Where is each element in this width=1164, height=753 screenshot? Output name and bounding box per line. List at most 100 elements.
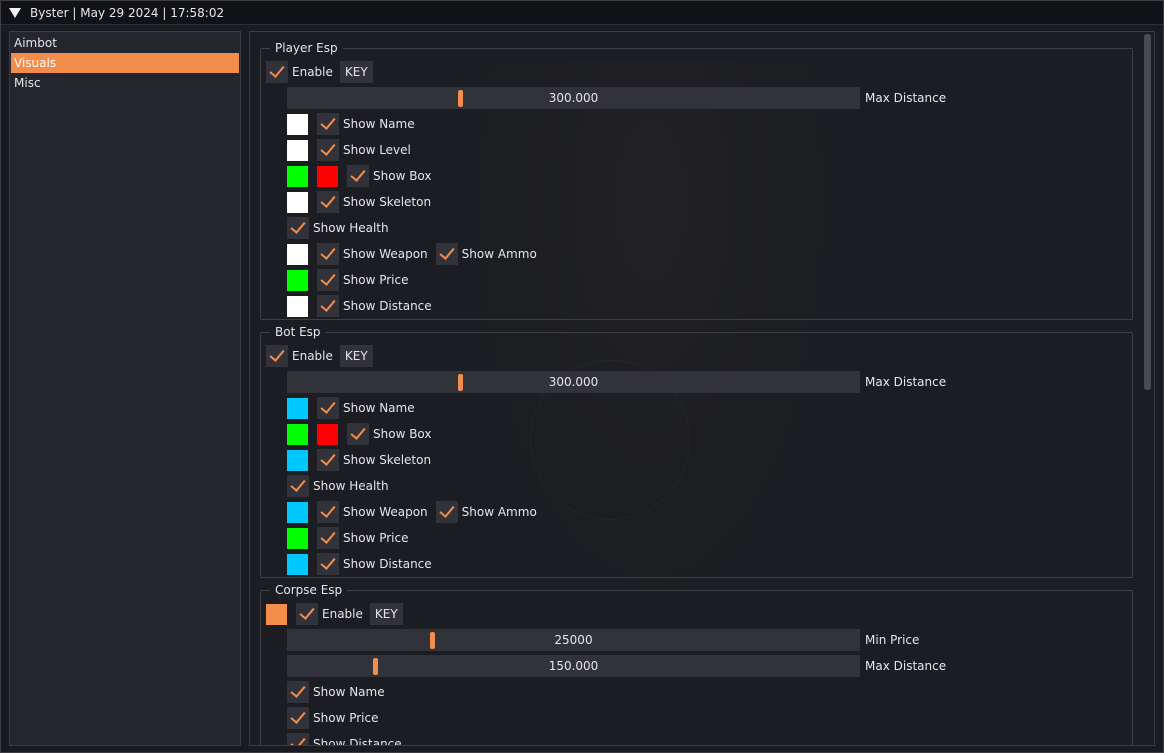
show-price-checkbox[interactable] [317, 527, 339, 549]
checkbox-label: Show Price [343, 273, 409, 287]
color-swatch-secondary[interactable] [317, 165, 338, 187]
checkbox-label: Show Weapon [343, 505, 428, 519]
slider-value: 150.000 [548, 659, 599, 673]
show-distance-checkbox[interactable] [287, 733, 309, 745]
corpse-show-name-row: Show Name [287, 681, 393, 703]
show-health-checkbox[interactable] [287, 217, 309, 239]
color-swatch-secondary[interactable] [317, 423, 338, 445]
show-name-checkbox[interactable] [317, 397, 339, 419]
color-swatch[interactable] [287, 113, 308, 135]
player-show-weapon-row: Show Weapon Show Ammo [287, 243, 545, 265]
checkbox-label: Show Box [373, 169, 432, 183]
sidebar: Aimbot Visuals Misc [9, 31, 241, 746]
slider-label: Max Distance [865, 659, 947, 673]
color-swatch[interactable] [287, 449, 308, 471]
show-box-checkbox[interactable] [347, 165, 369, 187]
checkbox-label: Show Health [313, 479, 389, 493]
slider-label: Max Distance [865, 375, 947, 389]
player-show-price-row: Show Price [287, 269, 416, 291]
checkbox-label: Show Ammo [461, 247, 537, 261]
color-swatch[interactable] [287, 165, 308, 187]
show-price-checkbox[interactable] [287, 707, 309, 729]
checkbox-label: Show Health [313, 221, 389, 235]
show-distance-checkbox[interactable] [317, 553, 339, 575]
player-show-name-row: Show Name [287, 113, 423, 135]
color-swatch[interactable] [287, 243, 308, 265]
show-ammo-checkbox[interactable] [435, 243, 458, 265]
show-level-checkbox[interactable] [317, 139, 339, 161]
bot-enable-label: Enable [292, 349, 333, 363]
show-box-checkbox[interactable] [347, 423, 369, 445]
show-weapon-checkbox[interactable] [317, 243, 339, 265]
checkbox-label: Show Distance [343, 557, 432, 571]
player-esp-group: Player Esp Enable KEY 300.000 Max Distan… [260, 40, 1133, 320]
show-price-checkbox[interactable] [317, 269, 339, 291]
player-max-distance-slider[interactable]: 300.000 [287, 87, 860, 109]
color-swatch[interactable] [287, 269, 308, 291]
slider-label: Max Distance [865, 91, 947, 105]
sidebar-item-misc[interactable]: Misc [11, 73, 239, 93]
corpse-max-distance-row: 150.000 Max Distance [287, 655, 946, 677]
checkbox-label: Show Name [343, 117, 415, 131]
corpse-show-distance-row: Show Distance [287, 733, 410, 745]
color-swatch[interactable] [287, 295, 308, 317]
bot-show-health-row: Show Health [287, 475, 397, 497]
sidebar-item-visuals[interactable]: Visuals [11, 53, 239, 73]
sidebar-item-aimbot[interactable]: Aimbot [11, 33, 239, 53]
show-health-checkbox[interactable] [287, 475, 309, 497]
color-swatch[interactable] [287, 527, 308, 549]
bot-esp-group: Bot Esp Enable KEY 300.000 Max Distance … [260, 324, 1133, 578]
bot-show-weapon-row: Show Weapon Show Ammo [287, 501, 545, 523]
corpse-esp-group: Corpse Esp Enable KEY 25000 Min Price 15… [260, 582, 1133, 745]
color-swatch[interactable] [287, 501, 308, 523]
corpse-enable-label: Enable [322, 607, 363, 621]
corpse-max-distance-slider[interactable]: 150.000 [287, 655, 860, 677]
window-title: Byster | May 29 2024 | 17:58:02 [30, 5, 225, 20]
show-name-checkbox[interactable] [317, 113, 339, 135]
player-max-distance-row: 300.000 Max Distance [287, 87, 946, 109]
color-swatch[interactable] [287, 139, 308, 161]
checkbox-label: Show Skeleton [343, 453, 432, 467]
color-swatch[interactable] [287, 553, 308, 575]
show-skeleton-checkbox[interactable] [317, 449, 339, 471]
color-swatch[interactable] [287, 397, 308, 419]
checkbox-label: Show Ammo [461, 505, 537, 519]
player-show-box-row: Show Box [287, 165, 440, 187]
bot-enable-checkbox[interactable] [266, 345, 288, 367]
bot-key-button[interactable]: KEY [339, 345, 373, 367]
slider-value: 300.000 [548, 375, 599, 389]
show-distance-checkbox[interactable] [317, 295, 339, 317]
checkbox-label: Show Level [343, 143, 411, 157]
bot-show-box-row: Show Box [287, 423, 440, 445]
collapse-arrow-icon[interactable] [9, 7, 21, 18]
corpse-enable-row: Enable KEY [266, 603, 403, 625]
app-window: Byster | May 29 2024 | 17:58:02 Aimbot V… [0, 0, 1164, 753]
corpse-min-price-slider[interactable]: 25000 [287, 629, 860, 651]
color-swatch[interactable] [287, 423, 308, 445]
bot-show-distance-row: Show Distance [287, 553, 440, 575]
bot-max-distance-slider[interactable]: 300.000 [287, 371, 860, 393]
title-bar[interactable]: Byster | May 29 2024 | 17:58:02 [1, 1, 1163, 25]
checkbox-label: Show Box [373, 427, 432, 441]
bot-show-name-row: Show Name [287, 397, 423, 419]
show-name-checkbox[interactable] [287, 681, 309, 703]
corpse-enable-checkbox[interactable] [296, 603, 318, 625]
slider-value: 300.000 [548, 91, 599, 105]
player-key-button[interactable]: KEY [339, 61, 373, 83]
corpse-key-button[interactable]: KEY [369, 603, 403, 625]
player-enable-label: Enable [292, 65, 333, 79]
show-skeleton-checkbox[interactable] [317, 191, 339, 213]
show-ammo-checkbox[interactable] [435, 501, 458, 523]
corpse-esp-title: Corpse Esp [270, 582, 348, 598]
player-show-skeleton-row: Show Skeleton [287, 191, 439, 213]
player-show-level-row: Show Level [287, 139, 419, 161]
color-swatch[interactable] [266, 603, 287, 625]
bot-enable-row: Enable KEY [266, 345, 373, 367]
bot-esp-title: Bot Esp [270, 324, 326, 340]
player-enable-checkbox[interactable] [266, 61, 288, 83]
corpse-min-price-row: 25000 Min Price [287, 629, 919, 651]
scrollbar[interactable] [1144, 34, 1151, 390]
color-swatch[interactable] [287, 191, 308, 213]
bot-max-distance-row: 300.000 Max Distance [287, 371, 946, 393]
show-weapon-checkbox[interactable] [317, 501, 339, 523]
